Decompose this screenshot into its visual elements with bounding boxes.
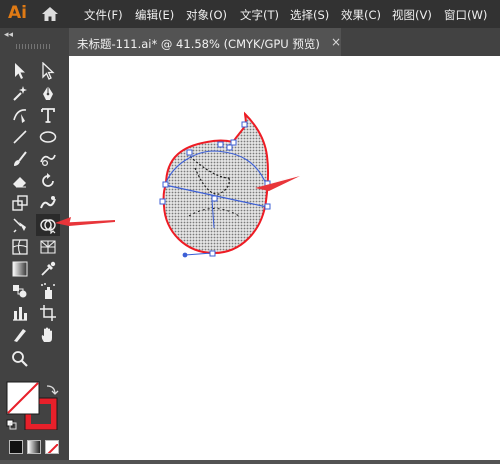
gradient-mode-button[interactable]	[27, 440, 41, 454]
shaper-tool-icon[interactable]	[36, 148, 60, 170]
blend-tool-icon[interactable]	[8, 280, 32, 302]
line-segment-tool-icon[interactable]	[8, 126, 32, 148]
puppet-warp-tool-icon[interactable]	[36, 192, 60, 214]
menu-file[interactable]: 文件(F)	[84, 7, 123, 23]
document-tab[interactable]: 未标题-111.ai* @ 41.58% (CMYK/GPU 预览) ×	[69, 28, 341, 56]
scale-tool-icon[interactable]	[8, 192, 32, 214]
anchor-point[interactable]	[159, 198, 166, 205]
anchor-point[interactable]	[230, 139, 237, 146]
document-tab-title: 未标题-111.ai* @ 41.58% (CMYK/GPU 预览)	[77, 37, 320, 51]
anchor-point[interactable]	[211, 195, 218, 202]
fill-stroke-swatches[interactable]	[5, 380, 61, 431]
none-mode-button[interactable]	[45, 440, 59, 454]
anchor-point[interactable]	[209, 250, 216, 257]
close-icon[interactable]: ×	[331, 35, 341, 49]
eraser-tool-icon[interactable]	[8, 170, 32, 192]
curvature-tool-icon[interactable]	[8, 104, 32, 126]
column-graph-tool-icon[interactable]	[8, 302, 32, 324]
artboard-tool-icon[interactable]	[36, 302, 60, 324]
slice-tool-icon[interactable]	[8, 324, 32, 346]
free-transform-tool-icon[interactable]	[8, 214, 32, 236]
menu-type[interactable]: 文字(T)	[240, 7, 279, 23]
app-logo: Ai	[8, 3, 27, 23]
magic-wand-tool-icon[interactable]	[8, 82, 32, 104]
menu-bar: Ai 文件(F) 编辑(E) 对象(O) 文字(T) 选择(S) 效果(C) 视…	[0, 0, 500, 28]
anchor-point[interactable]	[264, 203, 271, 210]
hand-tool-icon[interactable]	[36, 324, 60, 346]
anchor-point[interactable]	[186, 149, 193, 156]
anchor-point[interactable]	[162, 181, 169, 188]
type-tool-icon[interactable]	[36, 104, 60, 126]
menu-effect[interactable]: 效果(C)	[341, 7, 381, 23]
color-mode-button[interactable]	[9, 440, 23, 454]
anchor-point[interactable]	[241, 121, 248, 128]
menu-window[interactable]: 窗口(W)	[444, 7, 487, 23]
ellipse-tool-icon[interactable]	[36, 126, 60, 148]
anchor-point[interactable]	[217, 141, 224, 148]
handle-line[interactable]	[184, 252, 213, 256]
anchor-point[interactable]	[226, 144, 233, 151]
symbol-sprayer-tool-icon[interactable]	[36, 280, 60, 302]
gradient-tool-icon[interactable]	[8, 258, 32, 280]
rotate-tool-icon[interactable]	[36, 170, 60, 192]
pen-tool-icon[interactable]	[36, 82, 60, 104]
menu-view[interactable]: 视图(V)	[392, 7, 432, 23]
collapse-panel-button[interactable]: ◂◂	[4, 30, 13, 40]
perspective-grid-tool-icon[interactable]	[36, 236, 60, 258]
paintbrush-tool-icon[interactable]	[8, 148, 32, 170]
selection-tool-icon[interactable]	[8, 60, 32, 82]
home-icon[interactable]	[40, 5, 60, 23]
menu-select[interactable]: 选择(S)	[290, 7, 329, 23]
mesh-tool-icon[interactable]	[8, 236, 32, 258]
handle-point[interactable]	[182, 252, 188, 258]
menu-edit[interactable]: 编辑(E)	[135, 7, 174, 23]
menu-object[interactable]: 对象(O)	[186, 7, 227, 23]
panel-grip[interactable]	[16, 44, 52, 49]
artboard-canvas[interactable]	[69, 56, 500, 460]
selected-shape[interactable]	[162, 111, 270, 255]
eyedropper-tool-icon[interactable]	[36, 258, 60, 280]
direct-selection-tool-icon[interactable]	[36, 60, 60, 82]
annotation-arrow-tool	[55, 217, 115, 226]
zoom-tool-icon[interactable]	[8, 348, 32, 370]
artwork[interactable]	[69, 56, 500, 460]
